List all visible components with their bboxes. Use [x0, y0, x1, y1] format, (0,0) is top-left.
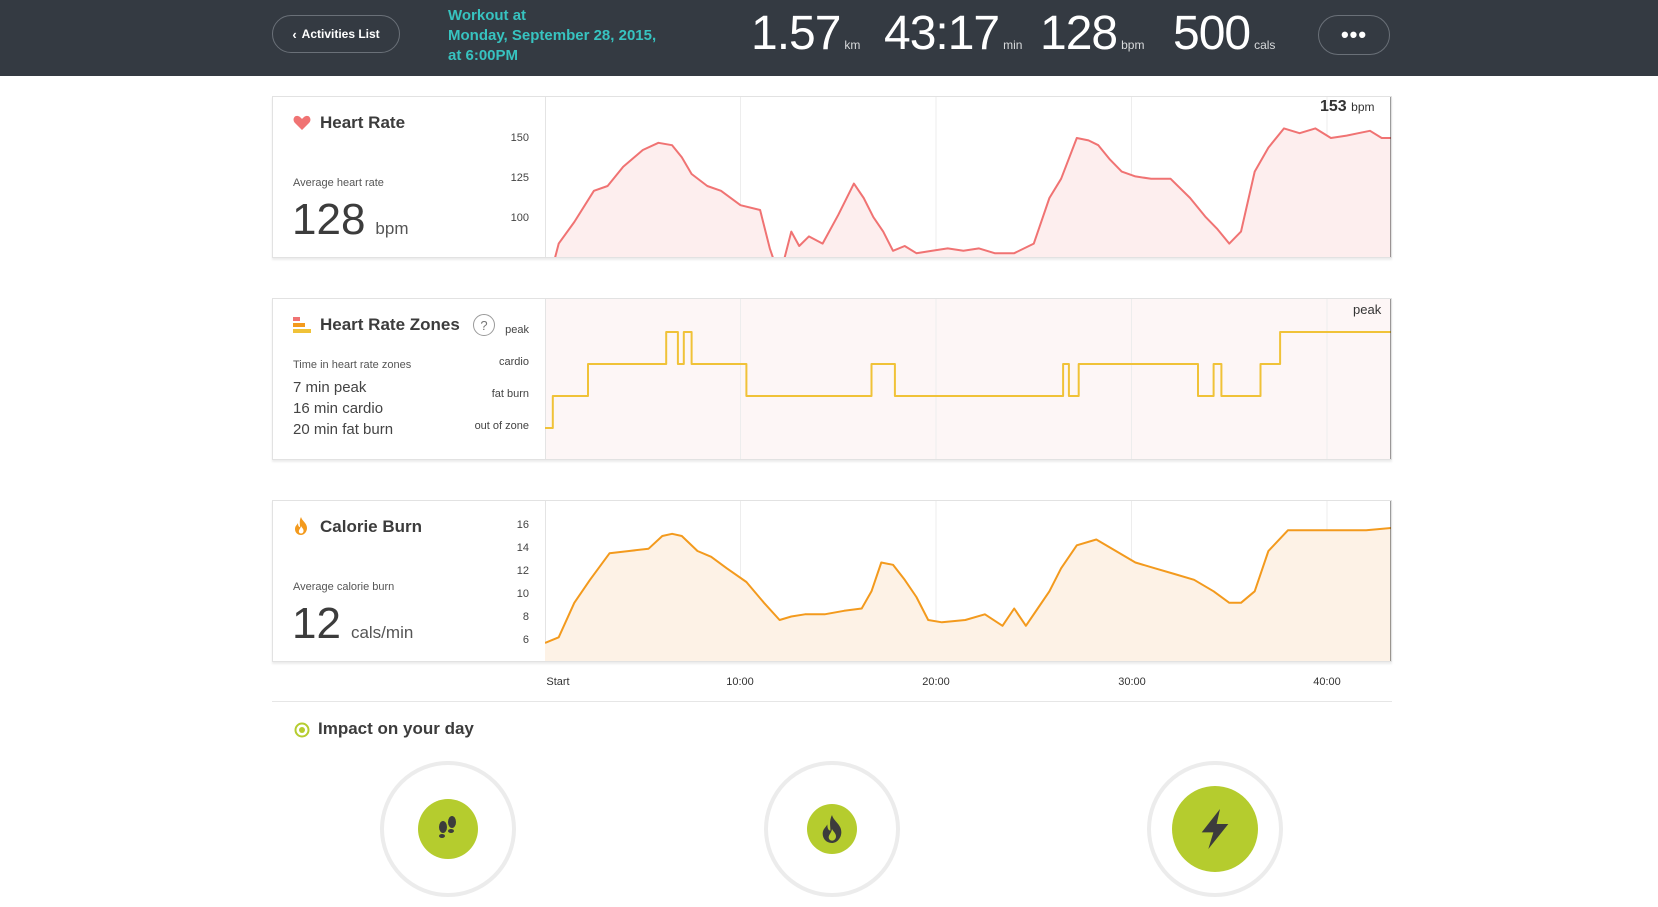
stat-heart-rate: 128 bpm [1040, 6, 1144, 61]
workout-title-line: Monday, September 28, 2015, [448, 27, 657, 44]
x-tick-label: 40:00 [1313, 676, 1341, 688]
x-tick-label: 20:00 [922, 676, 950, 688]
stat-value: 1.57 [751, 7, 841, 60]
y-tick-label: 125 [510, 172, 529, 184]
y-tick-label: 14 [516, 542, 529, 554]
stat-unit: bpm [1121, 38, 1145, 52]
impact-steps[interactable] [380, 761, 516, 897]
workout-title-line: Workout at [448, 7, 527, 24]
y-tick-label: 8 [522, 611, 529, 623]
activities-list-button[interactable]: ‹ Activities List [272, 15, 400, 53]
x-tick-label: 30:00 [1118, 676, 1146, 688]
zones-marker-label: peak [1353, 302, 1382, 317]
y-tick-label: 100 [510, 212, 529, 224]
y-tick-label: 12 [516, 565, 529, 577]
calorie-burn-chart [545, 501, 1391, 661]
stat-value: 43:17 [884, 7, 1000, 60]
heart-rate-chart [545, 97, 1391, 257]
peak-marker-value: 153 [1320, 98, 1347, 115]
more-options-button[interactable]: ••• [1318, 15, 1390, 55]
stat-unit: km [844, 38, 861, 52]
x-tick-label: Start [546, 676, 570, 688]
zone-summary-line: 7 min peak [293, 379, 367, 396]
stat-duration: 43:17 min [884, 6, 1022, 61]
zones-time-label: Time in heart rate zones [293, 359, 412, 371]
impact-active-badge [1172, 786, 1258, 872]
y-tick-label: cardio [499, 356, 529, 368]
help-icon[interactable]: ? [473, 314, 495, 336]
avg-heart-rate-number: 128 [292, 195, 366, 244]
y-tick-label: out of zone [474, 420, 529, 432]
top-bar: ‹ Activities List Workout at Monday, Sep… [0, 0, 1658, 76]
workout-title-line: at 6:00PM [448, 47, 519, 64]
zone-summary-line: 20 min fat burn [293, 421, 394, 438]
stat-unit: min [1003, 38, 1023, 52]
stat-value: 128 [1040, 7, 1118, 60]
avg-calorie-value: 12 cals/min [292, 599, 413, 649]
avg-calorie-number: 12 [292, 599, 341, 648]
chevron-left-icon: ‹ [292, 26, 297, 42]
y-tick-label: 10 [516, 588, 529, 600]
heart-icon [293, 115, 311, 130]
y-tick-label: 6 [522, 634, 529, 646]
target-icon [294, 722, 310, 738]
y-tick-label: fat burn [491, 388, 529, 400]
avg-heart-rate-label: Average heart rate [293, 177, 384, 189]
avg-heart-rate-unit: bpm [375, 219, 409, 238]
heart-rate-card: Heart Rate Average heart rate 128 bpm 150… [272, 96, 1392, 258]
calorie-burn-title: Calorie Burn [320, 517, 423, 536]
zone-summary-line: 16 min cardio [293, 400, 384, 417]
stat-calories: 500 cals [1173, 6, 1275, 61]
y-tick-label: 150 [510, 132, 529, 144]
zones-title: Heart Rate Zones [320, 315, 460, 334]
peak-marker-label: 153 bpm [1320, 98, 1375, 116]
y-tick-label: peak [505, 324, 529, 336]
lightning-icon [1201, 809, 1229, 849]
zones-icon [293, 317, 311, 333]
avg-heart-rate-value: 128 bpm [292, 195, 409, 245]
stat-distance: 1.57 km [751, 6, 860, 61]
stat-value: 500 [1173, 7, 1251, 60]
stat-unit: cals [1254, 38, 1276, 52]
x-tick-label: 10:00 [726, 676, 754, 688]
impact-calories-badge [807, 804, 857, 854]
impact-steps-badge [418, 799, 478, 859]
activities-list-label: Activities List [301, 27, 380, 41]
avg-calorie-label: Average calorie burn [293, 581, 395, 593]
impact-active[interactable] [1147, 761, 1283, 897]
y-tick-label: 16 [516, 519, 529, 531]
impact-calories[interactable] [764, 761, 900, 897]
peak-marker-unit: bpm [1351, 100, 1375, 114]
heart-rate-zones-chart [545, 299, 1391, 459]
heart-rate-title: Heart Rate [320, 113, 406, 132]
avg-calorie-unit: cals/min [350, 623, 414, 642]
flame-icon [295, 517, 307, 535]
footsteps-icon [439, 816, 456, 838]
section-divider [272, 701, 1392, 702]
calorie-burn-card: Calorie Burn Average calorie burn 12 cals… [272, 500, 1392, 662]
impact-title: Impact on your day [318, 719, 474, 738]
heart-rate-zones-card: Heart Rate Zones ? Time in heart rate zo… [272, 298, 1392, 460]
plot-background [545, 299, 1391, 459]
more-icon: ••• [1340, 22, 1368, 47]
workout-title: Workout at Monday, September 28, 2015, a… [448, 6, 688, 66]
flame-icon [822, 815, 842, 843]
